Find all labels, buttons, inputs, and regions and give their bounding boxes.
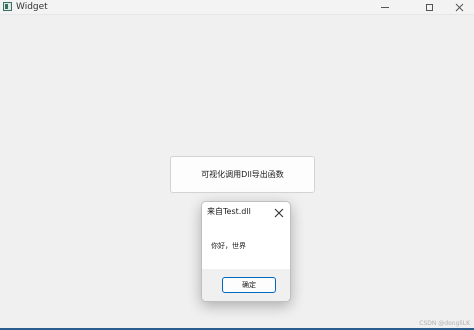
- close-icon: [274, 208, 284, 218]
- minimize-button[interactable]: [370, 0, 400, 14]
- watermark: CSDN @dongliLK: [419, 320, 470, 327]
- ok-button-label: 确定: [242, 281, 256, 289]
- maximize-button[interactable]: [414, 0, 444, 14]
- close-button[interactable]: [444, 0, 474, 14]
- ok-button[interactable]: 确定: [222, 277, 276, 293]
- minimize-icon: [381, 6, 389, 8]
- maximize-icon: [425, 3, 433, 11]
- window-title: Widget: [16, 2, 48, 12]
- call-dll-button-label: 可视化调用Dll导出函数: [201, 170, 284, 179]
- dialog-body: 你好，世界: [202, 222, 290, 269]
- title-bar[interactable]: Widget: [0, 0, 474, 15]
- dialog-message: 你好，世界: [211, 242, 246, 250]
- close-icon: [455, 3, 463, 11]
- dialog-title-bar[interactable]: 来自Test.dll: [202, 202, 290, 222]
- app-window: Widget 可视化调用Dll导出函数 来自Test.dll 你好，世界 确定 …: [0, 0, 474, 330]
- dialog-title: 来自Test.dll: [207, 207, 251, 216]
- dialog-footer: 确定: [202, 269, 290, 301]
- dialog-close-button[interactable]: [272, 205, 286, 219]
- message-dialog: 来自Test.dll 你好，世界 确定: [201, 201, 291, 302]
- call-dll-button[interactable]: 可视化调用Dll导出函数: [170, 156, 315, 193]
- app-icon: [3, 2, 12, 11]
